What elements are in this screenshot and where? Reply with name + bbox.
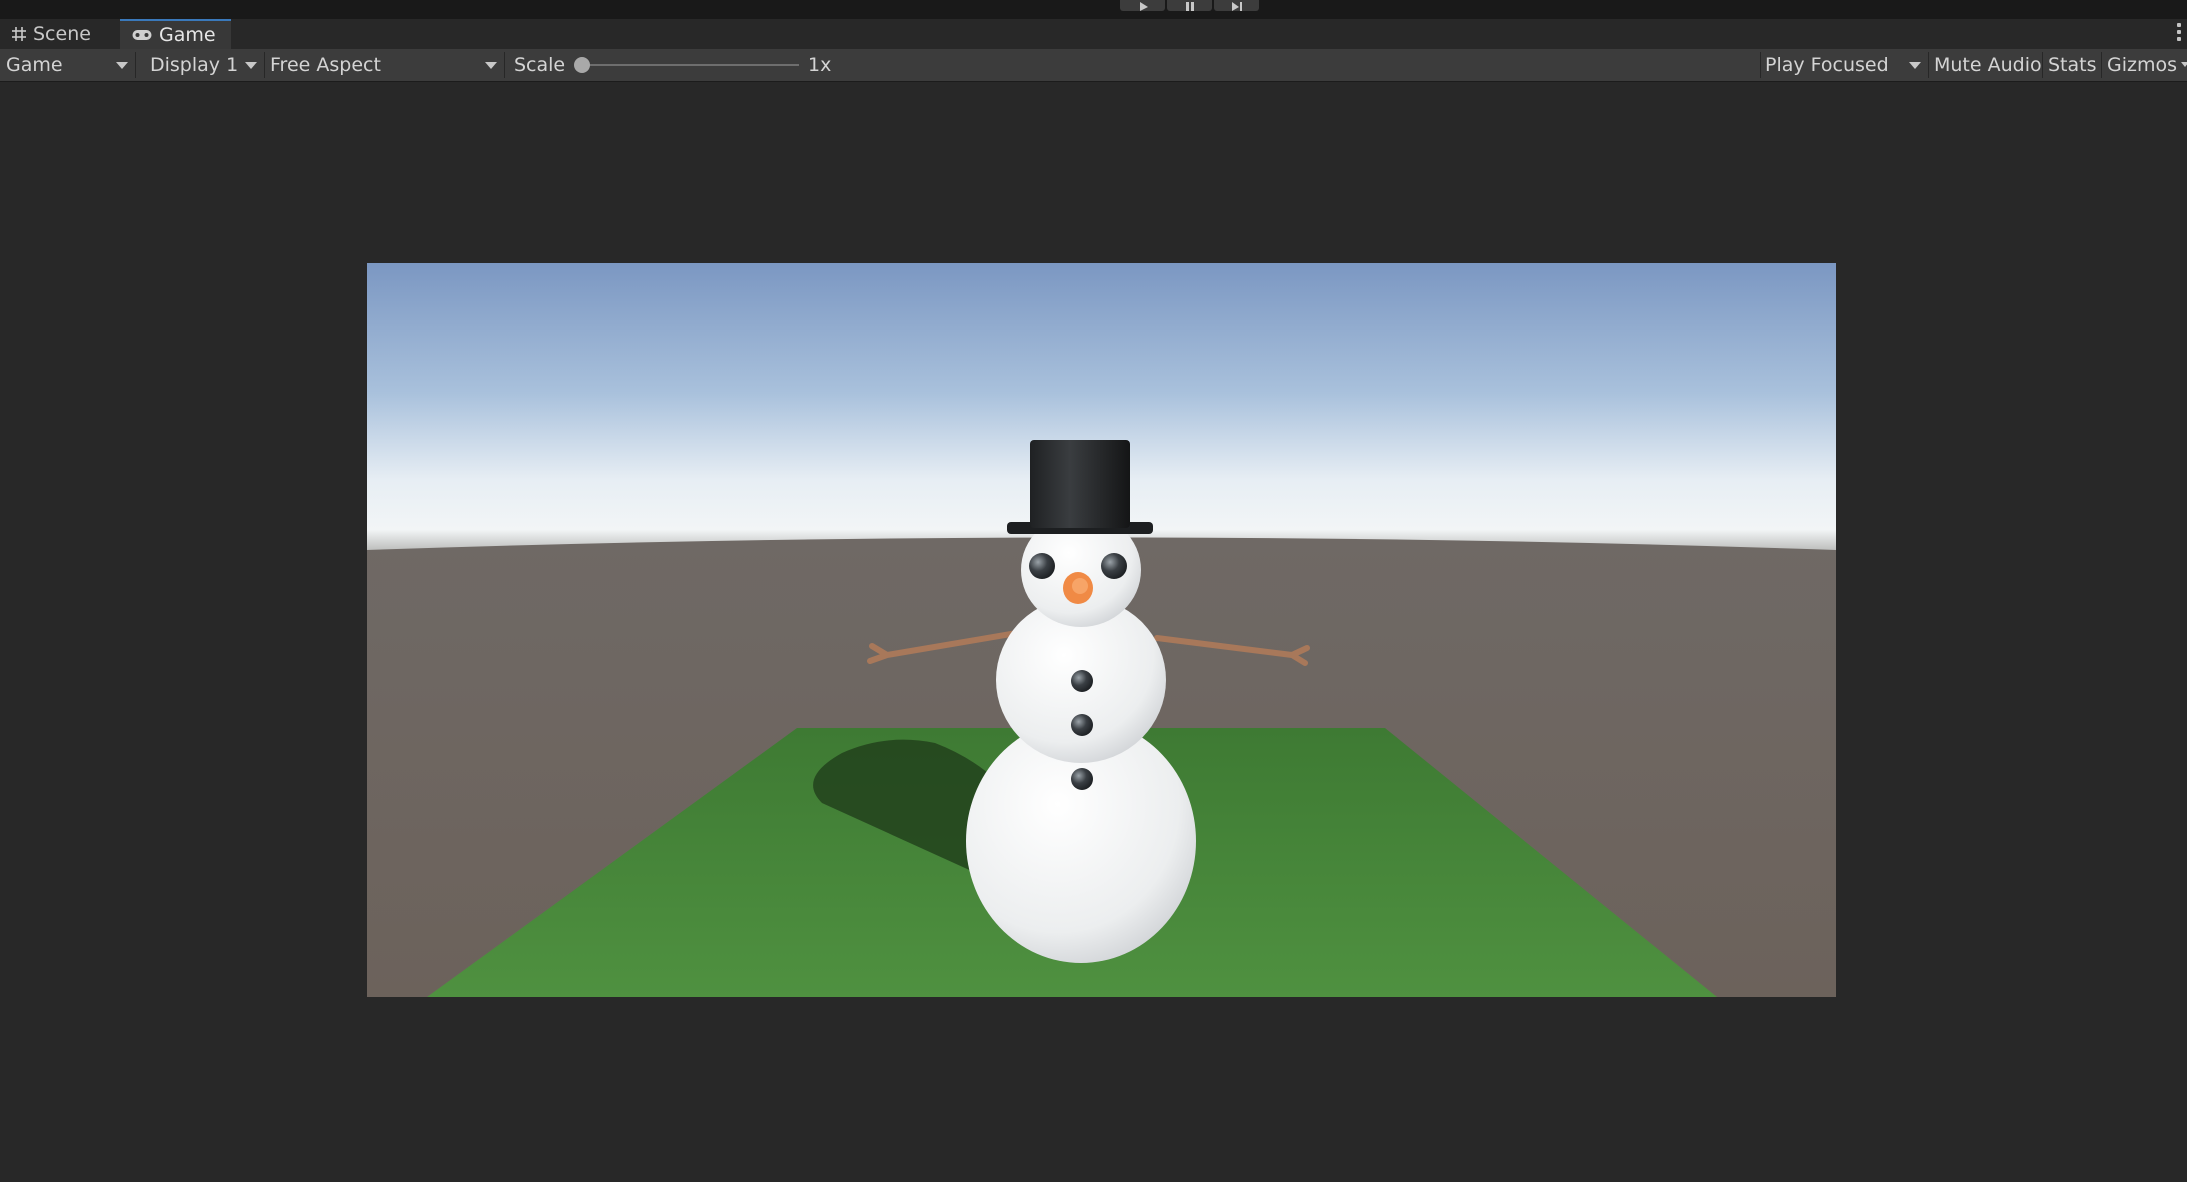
chevron-down-icon <box>485 62 497 69</box>
chevron-down-icon <box>245 62 257 69</box>
gizmos-label: Gizmos <box>2107 54 2178 76</box>
scale-label: Scale <box>508 49 568 81</box>
game-render <box>367 263 1836 997</box>
chevron-down-icon <box>116 62 128 69</box>
pause-icon <box>1185 2 1194 11</box>
top-hat <box>1030 440 1130 528</box>
scale-slider-track[interactable] <box>582 64 799 66</box>
game-viewport[interactable] <box>367 263 1836 997</box>
coal-eye <box>1029 553 1055 579</box>
scale-value-text: 1x <box>808 54 832 76</box>
tab-game[interactable]: Game <box>120 19 231 49</box>
mute-audio-toggle[interactable]: Mute Audio <box>1928 49 2042 81</box>
scale-slider-handle[interactable] <box>574 57 590 73</box>
display-value: Display 1 <box>150 54 239 76</box>
mute-audio-label: Mute Audio <box>1934 54 2042 76</box>
tab-game-label: Game <box>159 24 216 46</box>
gamepad-icon <box>132 30 152 40</box>
view-type-dropdown[interactable]: Game <box>0 49 133 81</box>
gizmos-toggle[interactable]: Gizmos <box>2101 49 2187 81</box>
play-controls <box>1120 0 1259 11</box>
tab-scene[interactable]: Scene <box>0 19 118 49</box>
aspect-ratio-value: Free Aspect <box>270 54 381 76</box>
step-icon <box>1231 2 1242 11</box>
coal-button <box>1071 768 1093 790</box>
view-type-value: Game <box>6 54 63 76</box>
play-button[interactable] <box>1120 0 1165 11</box>
grid-icon <box>12 27 26 41</box>
tab-strip: Scene Game <box>0 19 2187 49</box>
carrot-nose-tip <box>1072 578 1088 594</box>
play-mode-bar <box>0 0 2187 19</box>
play-icon <box>1139 2 1148 11</box>
aspect-ratio-dropdown[interactable]: Free Aspect <box>264 49 502 81</box>
play-mode-dropdown[interactable]: Play Focused <box>1759 49 1927 81</box>
stats-label: Stats <box>2048 54 2097 76</box>
display-dropdown[interactable]: Display 1 <box>144 49 263 81</box>
more-options-icon[interactable] <box>2177 23 2181 44</box>
scale-label-text: Scale <box>514 54 566 76</box>
chevron-down-icon <box>1909 62 1921 69</box>
coal-button <box>1071 714 1093 736</box>
pause-button[interactable] <box>1167 0 1212 11</box>
scale-value: 1x <box>802 49 842 81</box>
coal-button <box>1071 670 1093 692</box>
coal-eye <box>1101 553 1127 579</box>
play-mode-value: Play Focused <box>1765 54 1889 76</box>
step-button[interactable] <box>1214 0 1259 11</box>
stats-toggle[interactable]: Stats <box>2042 49 2101 81</box>
chevron-down-icon <box>2181 62 2187 67</box>
game-view-toolbar: Game Display 1 Free Aspect Scale 1x Play… <box>0 49 2187 82</box>
tab-scene-label: Scene <box>33 23 91 45</box>
